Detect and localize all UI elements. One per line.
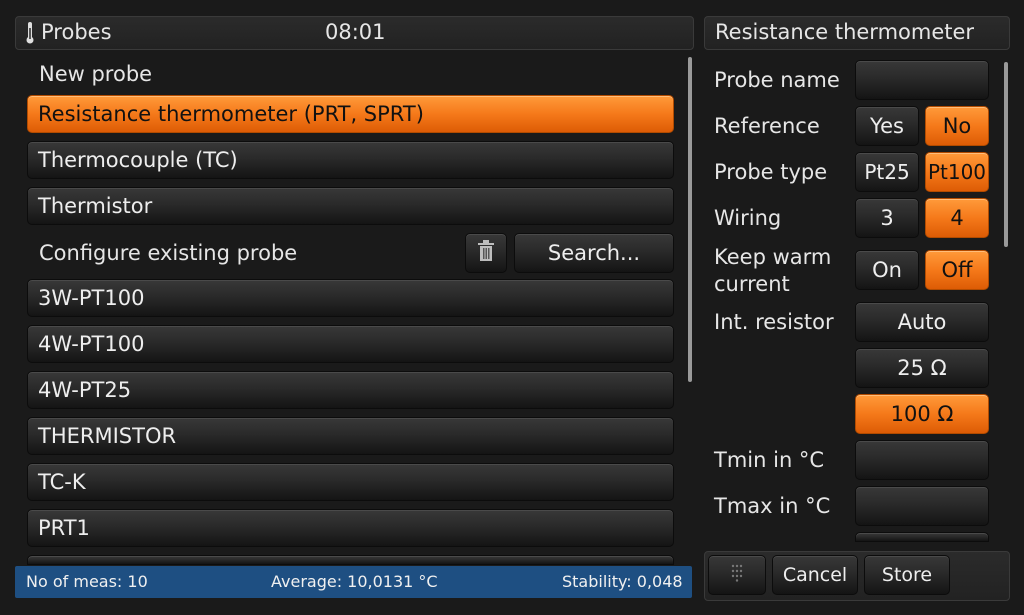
existing-probe-item[interactable]: THERMISTOR: [27, 417, 674, 455]
list-item-label: Resistance thermometer (PRT, SPRT): [38, 102, 424, 126]
reference-no-button[interactable]: No: [925, 106, 989, 146]
list-item-label: Thermistor: [38, 194, 153, 218]
list-item-label: TC-K: [38, 470, 86, 494]
int-resistor-label: Int. resistor: [714, 310, 834, 334]
probe-type-pt100-button[interactable]: Pt100: [925, 152, 989, 192]
list-item-label: Thermocouple (TC): [38, 148, 238, 172]
tmin-field[interactable]: [855, 440, 989, 480]
existing-probe-item[interactable]: 4W-PT100: [27, 325, 674, 363]
thermometer-icon: [26, 22, 34, 44]
list-item-label: 3W-PT100: [38, 286, 145, 310]
clock: 08:01: [325, 20, 386, 44]
new-probe-thermistor[interactable]: Thermistor: [27, 187, 674, 225]
tmax-field[interactable]: [855, 486, 989, 526]
keep-warm-label-line2: current: [714, 272, 790, 296]
reference-yes-button[interactable]: Yes: [855, 106, 919, 146]
probe-type-pt25-button[interactable]: Pt25: [855, 152, 919, 192]
tmin-label: Tmin in °C: [714, 448, 825, 472]
list-item-label: PRT1: [38, 516, 90, 540]
average-value: Average: 10,0131 °C: [271, 572, 438, 591]
trash-icon: [477, 240, 495, 266]
settings-title: Resistance thermometer: [715, 20, 975, 44]
settings-item-partial[interactable]: [855, 532, 989, 542]
probe-list-scrollbar[interactable]: [688, 57, 692, 382]
list-item-label: 4W-PT25: [38, 378, 132, 402]
settings-title-bar: Resistance thermometer: [704, 16, 1010, 50]
configure-heading: Configure existing probe: [39, 241, 298, 265]
search-button-label: Search...: [547, 241, 641, 265]
probe-name-field[interactable]: [855, 60, 989, 100]
keypad-icon: [731, 564, 743, 586]
new-probe-thermocouple[interactable]: Thermocouple (TC): [27, 141, 674, 179]
existing-probe-item[interactable]: PRT1: [27, 509, 674, 547]
wiring-label: Wiring: [714, 206, 782, 230]
probe-name-label: Probe name: [714, 68, 840, 92]
keep-warm-on-button[interactable]: On: [855, 250, 919, 290]
tmax-label: Tmax in °C: [714, 494, 831, 518]
new-probe-heading: New probe: [39, 62, 153, 86]
wiring-4-button[interactable]: 4: [925, 198, 989, 238]
int-resistor-100-button[interactable]: 100 Ω: [855, 394, 989, 434]
settings-scrollbar[interactable]: [1004, 62, 1008, 247]
keep-warm-label-line1: Keep warm: [714, 245, 832, 269]
search-button[interactable]: Search...: [514, 233, 674, 273]
int-resistor-auto-button[interactable]: Auto: [855, 302, 989, 342]
int-resistor-25-button[interactable]: 25 Ω: [855, 348, 989, 388]
new-probe-resistance-thermometer[interactable]: Resistance thermometer (PRT, SPRT): [27, 95, 674, 133]
existing-probe-item[interactable]: 3W-PT100: [27, 279, 674, 317]
status-bar: No of meas: 10 Average: 10,0131 °C Stabi…: [15, 566, 692, 598]
reference-label: Reference: [714, 114, 820, 138]
keep-warm-off-button[interactable]: Off: [925, 250, 989, 290]
existing-probe-item[interactable]: 4W-PT25: [27, 371, 674, 409]
existing-probe-item[interactable]: TC-K: [27, 463, 674, 501]
list-item-partial[interactable]: [27, 555, 674, 565]
keypad-button[interactable]: [708, 555, 766, 595]
store-button[interactable]: Store: [864, 555, 950, 595]
list-item-label: THERMISTOR: [38, 424, 177, 448]
probe-type-label: Probe type: [714, 160, 828, 184]
title-bar: Probes 08:01: [15, 16, 694, 50]
delete-button[interactable]: [465, 233, 507, 273]
measurement-count: No of meas: 10: [26, 572, 148, 591]
cancel-button[interactable]: Cancel: [772, 555, 858, 595]
list-item-label: 4W-PT100: [38, 332, 145, 356]
page-title: Probes: [41, 20, 112, 44]
wiring-3-button[interactable]: 3: [855, 198, 919, 238]
stability-value: Stability: 0,048: [562, 572, 683, 591]
